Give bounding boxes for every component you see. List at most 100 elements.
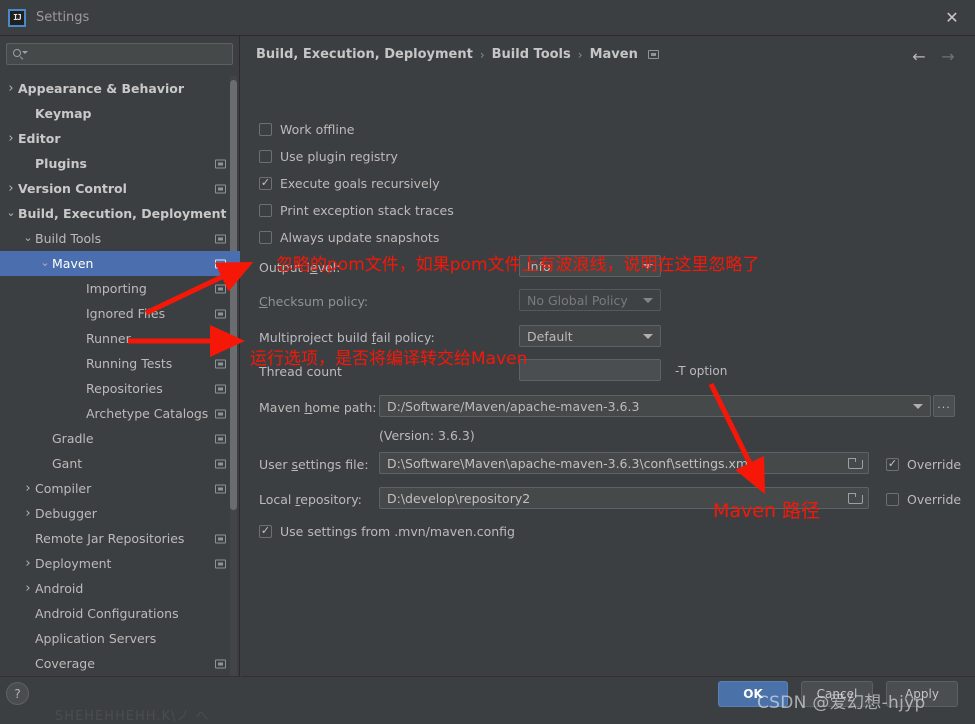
checksum-policy-value: No Global Policy	[527, 292, 628, 308]
sidebar-item-gant[interactable]: Gant	[0, 451, 240, 476]
project-scope-icon	[215, 359, 226, 368]
forward-icon[interactable]: →	[937, 46, 959, 68]
sidebar-item-archetype-catalogs[interactable]: Archetype Catalogs	[0, 401, 240, 426]
local-repository-value: D:\develop\repository2	[387, 490, 531, 506]
settings-tree[interactable]: › Appearance & Behavior Keymap › Editor Plugi…	[0, 76, 240, 676]
sidebar-item-editor[interactable]: › Editor	[0, 126, 240, 151]
breadcrumb: Build, Execution, Deployment › Build Too…	[256, 47, 659, 62]
sidebar-item-android-configurations[interactable]: Android Configurations	[0, 601, 240, 626]
chevron-down-icon[interactable]: ⌄	[4, 207, 18, 218]
checkbox-row-print-exception-stack-traces[interactable]: Print exception stack traces	[259, 201, 454, 219]
project-scope-icon	[215, 259, 226, 268]
sidebar-item-maven[interactable]: ⌄ Maven	[0, 251, 240, 276]
local-repository-override-checkbox[interactable]	[886, 492, 899, 506]
sidebar-item-debugger[interactable]: › Debugger	[0, 501, 240, 526]
user-settings-value: D:\Software\Maven\apache-maven-3.6.3\con…	[387, 455, 752, 471]
sidebar-item-appearance-behavior[interactable]: › Appearance & Behavior	[0, 76, 240, 101]
checksum-policy-dropdown[interactable]: No Global Policy	[519, 289, 661, 311]
sidebar-item-runner[interactable]: Runner	[0, 326, 240, 351]
breadcrumb-separator-1: ›	[577, 47, 583, 62]
maven-home-dropdown[interactable]: D:/Software/Maven/apache-maven-3.6.3	[379, 395, 931, 417]
sidebar-item-plugins[interactable]: Plugins	[0, 151, 240, 176]
background-faint-text: SHEHEHHEHH.K\ノ へ	[55, 709, 210, 724]
user-settings-input[interactable]: D:\Software\Maven\apache-maven-3.6.3\con…	[379, 452, 869, 474]
project-scope-icon	[647, 50, 659, 59]
sidebar-item-label: Plugins	[35, 156, 87, 171]
sidebar-item-label: Ignored Files	[86, 306, 166, 321]
breadcrumb-item-0[interactable]: Build, Execution, Deployment	[256, 47, 473, 62]
sidebar-item-gradle[interactable]: Gradle	[0, 426, 240, 451]
sidebar-item-label: Coverage	[35, 656, 95, 671]
chevron-down-icon[interactable]: ⌄	[38, 257, 52, 268]
local-repository-override-label: Override	[907, 491, 962, 507]
search-input[interactable]	[26, 46, 226, 62]
mvn-config-checkbox[interactable]	[259, 524, 272, 538]
sidebar-item-label: Importing	[86, 281, 147, 296]
maven-settings-panel: Build, Execution, Deployment › Build Too…	[241, 36, 975, 676]
sidebar-item-version-control[interactable]: › Version Control	[0, 176, 240, 201]
sidebar-item-compiler[interactable]: › Compiler	[0, 476, 240, 501]
maven-home-value: D:/Software/Maven/apache-maven-3.6.3	[387, 398, 640, 414]
sidebar-item-label: Android Configurations	[35, 606, 179, 621]
chevron-right-icon[interactable]: ›	[21, 482, 35, 495]
chevron-right-icon[interactable]: ›	[4, 82, 18, 95]
chevron-right-icon[interactable]: ›	[21, 582, 35, 595]
project-scope-icon	[215, 384, 226, 393]
checkbox-row-execute-goals-recursively[interactable]: Execute goals recursively	[259, 174, 440, 192]
sidebar-item-label: Running Tests	[86, 356, 173, 371]
chevron-right-icon[interactable]: ›	[4, 182, 18, 195]
thread-count-input[interactable]	[519, 359, 661, 381]
mvn-config-row[interactable]: Use settings from .mvn/maven.config	[259, 522, 515, 540]
chevron-right-icon[interactable]: ›	[4, 132, 18, 145]
sidebar-item-label: Repositories	[86, 381, 163, 396]
sidebar-item-build-execution-deployment[interactable]: ⌄ Build, Execution, Deployment	[0, 201, 240, 226]
sidebar-item-label: Gradle	[52, 431, 94, 446]
maven-home-browse-button[interactable]: ...	[933, 395, 955, 417]
sidebar-item-label: Version Control	[18, 181, 127, 196]
chevron-right-icon[interactable]: ›	[21, 507, 35, 520]
checkbox-use-plugin-registry[interactable]	[259, 149, 272, 163]
user-settings-override-row[interactable]: Override	[886, 455, 961, 473]
maven-version-note: (Version: 3.6.3)	[379, 428, 475, 443]
back-icon[interactable]: ←	[908, 46, 930, 68]
multiproject-policy-dropdown[interactable]: Default	[519, 325, 661, 347]
sidebar-item-importing[interactable]: Importing	[0, 276, 240, 301]
checkbox-row-always-update-snapshots[interactable]: Always update snapshots	[259, 228, 439, 246]
breadcrumb-item-2[interactable]: Maven	[590, 47, 638, 62]
sidebar-item-android[interactable]: › Android	[0, 576, 240, 601]
local-repository-input[interactable]: D:\develop\repository2	[379, 487, 869, 509]
sidebar-item-keymap[interactable]: Keymap	[0, 101, 240, 126]
sidebar-item-build-tools[interactable]: ⌄ Build Tools	[0, 226, 240, 251]
output-level-value: Info	[527, 258, 551, 274]
output-level-dropdown[interactable]: Info	[519, 255, 661, 277]
sidebar-item-running-tests[interactable]: Running Tests	[0, 351, 240, 376]
local-repository-override-row[interactable]: Override	[886, 490, 961, 508]
breadcrumb-item-1[interactable]: Build Tools	[492, 47, 571, 62]
sidebar-item-remote-jar-repositories[interactable]: Remote Jar Repositories	[0, 526, 240, 551]
checkbox-execute-goals-recursively[interactable]	[259, 176, 272, 190]
checkbox-row-use-plugin-registry[interactable]: Use plugin registry	[259, 147, 398, 165]
sidebar-item-label: Build Tools	[35, 231, 102, 246]
thread-count-label: Thread count	[259, 364, 342, 379]
help-button[interactable]: ?	[6, 682, 29, 705]
folder-icon[interactable]	[848, 457, 863, 469]
search-box[interactable]	[6, 43, 233, 65]
sidebar-item-label: Archetype Catalogs	[86, 406, 209, 421]
sidebar-item-application-servers[interactable]: Application Servers	[0, 626, 240, 651]
sidebar-item-deployment[interactable]: › Deployment	[0, 551, 240, 576]
checkbox-label-always-update-snapshots: Always update snapshots	[280, 229, 440, 245]
checkbox-always-update-snapshots[interactable]	[259, 230, 272, 244]
user-settings-override-checkbox[interactable]	[886, 457, 899, 471]
close-icon[interactable]: ✕	[929, 0, 975, 35]
checkbox-row-work-offline[interactable]: Work offline	[259, 120, 354, 138]
chevron-right-icon[interactable]: ›	[21, 557, 35, 570]
checkbox-work-offline[interactable]	[259, 122, 272, 136]
sidebar-item-repositories[interactable]: Repositories	[0, 376, 240, 401]
folder-icon[interactable]	[848, 492, 863, 504]
chevron-down-icon[interactable]: ⌄	[21, 232, 35, 243]
project-scope-icon	[215, 409, 226, 418]
sidebar-item-ignored-files[interactable]: Ignored Files	[0, 301, 240, 326]
checkbox-print-exception-stack-traces[interactable]	[259, 203, 272, 217]
sidebar-item-label: Appearance & Behavior	[18, 81, 184, 96]
sidebar-item-coverage[interactable]: Coverage	[0, 651, 240, 676]
